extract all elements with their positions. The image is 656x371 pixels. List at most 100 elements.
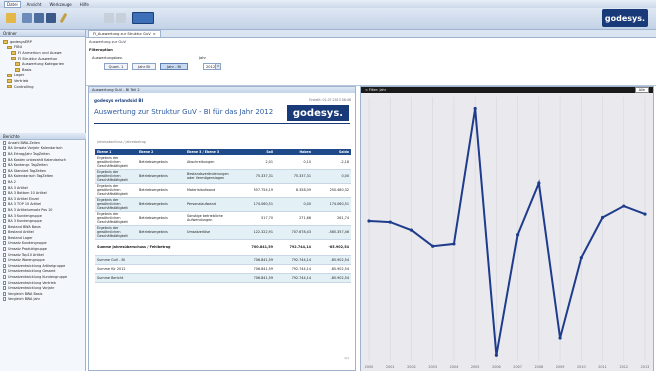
table-cell: 706.841,59 — [237, 255, 275, 265]
list-item-label: BA 3 Kundengruppe — [8, 219, 42, 224]
table-row[interactable]: Ergebnis der gewöhnlichen Geschäftstätig… — [95, 197, 351, 212]
line-chart: 2000 2001 2002 2003 2004 2005 2006 2007 2008 2009… — [361, 93, 653, 371]
table-cell: Sonstige betriebliche Aufwendungen — [185, 211, 237, 226]
report-icon — [3, 157, 6, 162]
period-button-year-minus-bi[interactable]: Jahr - BI — [160, 63, 188, 70]
table-row[interactable]: Ergebnis der gewöhnlichen Geschäftstätig… — [95, 211, 351, 226]
period-button-quarter[interactable]: Quart. 1 — [104, 63, 128, 70]
report-icon — [3, 241, 6, 246]
table-cell: 792.744,14 — [275, 255, 313, 265]
table-row[interactable]: Ergebnis der gewöhnlichen Geschäftstätig… — [95, 225, 351, 240]
list-item[interactable]: Vergleich BWA Jahr — [0, 297, 86, 303]
x-tick-label: 2009 — [556, 365, 565, 369]
list-item-label: Umsatzentwicklung Artikelgruppe — [8, 263, 66, 268]
report-icon — [3, 269, 6, 274]
report-company: godesys erlandsid BI — [94, 98, 144, 103]
report-icon — [3, 191, 6, 196]
close-icon[interactable]: × — [153, 32, 156, 36]
table-cell: 271,66 — [275, 211, 313, 226]
list-item-label: Umsatz Kundengruppe — [8, 241, 47, 246]
report-icon — [3, 252, 6, 257]
report-icon — [3, 196, 6, 201]
table-cell: -85.902,54 — [313, 239, 351, 256]
year-select[interactable]: 2012 ▾ — [203, 63, 221, 70]
list-item-label: BA 3 Artikel Einzel — [8, 196, 39, 201]
table-sum-row: Summe Jahresüberschuss / Fehlbetrag 700.8… — [95, 239, 351, 256]
list-item-label: Bestand Lager — [8, 235, 33, 240]
open-folder-icon[interactable] — [6, 13, 16, 23]
table-cell: -585.357,46 — [313, 225, 351, 240]
report-icon — [3, 163, 6, 168]
table-sum-row: Summe für 2012 706.841,59 792.744,14 -85.90… — [95, 264, 351, 274]
filter-section-title: Filteroption — [89, 48, 113, 52]
report-icon — [3, 202, 6, 207]
table-cell: -85.902,54 — [313, 273, 351, 283]
x-tick-label: 2006 — [492, 365, 501, 369]
table-cell: 250.480,32 — [313, 183, 351, 198]
table-row[interactable]: Ergebnis der gewöhnlichen Geschäftstätig… — [95, 169, 351, 184]
report-icon — [3, 280, 6, 285]
chevron-down-icon[interactable]: ▾ — [215, 64, 220, 69]
report-icon — [3, 297, 6, 302]
table-cell: 8.358,09 — [275, 183, 313, 198]
print-icon[interactable] — [46, 13, 56, 23]
divider — [94, 123, 350, 124]
edit-icon[interactable] — [59, 12, 68, 24]
x-tick-label: 2010 — [577, 365, 586, 369]
data-point — [388, 220, 392, 224]
chart-filter-label[interactable]: < Filter: Jahr — [365, 88, 386, 92]
tab-report[interactable]: FI_Auswertung zur Struktur GuV × — [88, 30, 161, 37]
menu-hilfe[interactable]: Hilfe — [78, 2, 91, 7]
table-row[interactable]: Ergebnis der gewöhnlichen Geschäftstätig… — [95, 183, 351, 198]
report-icon — [3, 230, 6, 235]
list-item-label: BA 3 Kundengruppe — [8, 213, 42, 218]
folder-icon — [7, 45, 12, 50]
report-icon — [3, 179, 6, 184]
data-point — [367, 219, 371, 223]
report-list-title: Berichte — [0, 133, 86, 140]
chart-panel: < Filter: Jahr Alle 2000 2001 2002 2003 2004… — [360, 86, 654, 371]
menu-datei[interactable]: Datei — [4, 0, 21, 8]
layout-icon[interactable] — [104, 13, 114, 23]
data-point — [579, 256, 583, 260]
table-cell: 0,00 — [313, 169, 351, 184]
refresh-icon[interactable] — [22, 13, 32, 23]
list-item-label: BA Kontengr. TagZeiten — [8, 163, 48, 168]
report-list: Anzahl BWA-Zeilen BA Umsatz Vorjahr Kalen… — [0, 140, 86, 302]
folder-icon — [11, 56, 16, 61]
report-icon — [3, 207, 6, 212]
report-list-panel: Berichte Anzahl BWA-Zeilen BA Umsatz Vorj… — [0, 133, 86, 302]
list-item-label: Anzahl BWA-Zeilen — [8, 140, 40, 145]
list-item-label: BA Kalendarisch TagZeiten — [8, 174, 54, 179]
table-cell: Betriebsergebnis — [137, 197, 185, 212]
dashboard-icon[interactable] — [132, 12, 154, 24]
table-cell: 0,10 — [275, 155, 313, 170]
report-icon — [3, 151, 6, 156]
list-item-label: Umsatzentwicklung Kundengruppe — [8, 275, 68, 280]
report-caption: Jahresabschluss / Jahresbetrag — [97, 140, 146, 144]
report-icon — [3, 146, 6, 151]
table-cell: -85.902,54 — [313, 264, 351, 274]
menubar: Datei Ansicht Werkzeuge Hilfe — [0, 0, 656, 8]
x-tick-label: 2011 — [598, 365, 607, 369]
menu-werkzeuge[interactable]: Werkzeuge — [47, 2, 73, 7]
list-item-label: BA Kosten unbezahlt Kalendarisch — [8, 157, 66, 162]
menu-ansicht[interactable]: Ansicht — [25, 2, 44, 7]
table-cell: Ergebnis der gewöhnlichen Geschäftstätig… — [95, 197, 137, 212]
grid-icon[interactable] — [116, 13, 126, 23]
data-point — [409, 228, 414, 232]
table-cell: Summe für 2012 — [95, 264, 237, 274]
x-tick-label: 2000 — [365, 365, 374, 369]
report-icon — [3, 286, 6, 291]
table-cell: Abschreibungen — [185, 155, 237, 170]
table-cell: 792.744,14 — [275, 264, 313, 274]
tree-item[interactable]: Controlling — [3, 84, 82, 90]
table-cell: 75.337,31 — [275, 169, 313, 184]
main-area: FI_Auswertung zur Struktur GuV × Auswert… — [86, 30, 656, 371]
table-row[interactable]: Ergebnis der gewöhnlichen Geschäftstätig… — [95, 155, 351, 170]
period-button-year-bi[interactable]: Jahr BI — [132, 63, 156, 70]
report-logo: godesys. — [287, 105, 349, 121]
export-icon[interactable] — [34, 13, 44, 23]
list-item-label: Umsatzentwicklung Vorjahr — [8, 286, 55, 291]
table-cell: 792.744,14 — [275, 273, 313, 283]
